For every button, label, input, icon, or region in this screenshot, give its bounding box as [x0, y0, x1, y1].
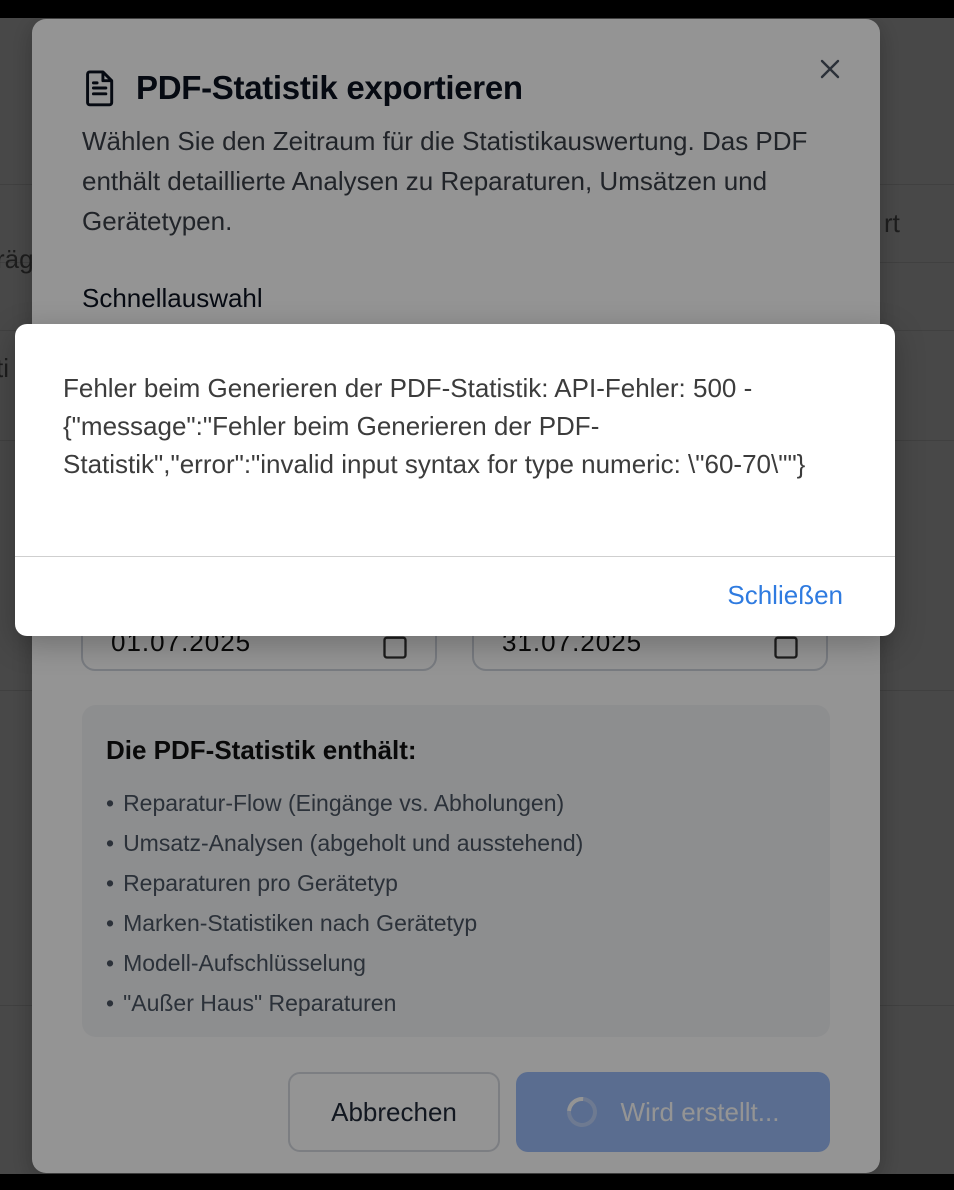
- error-alert: Fehler beim Generieren der PDF-Statistik…: [15, 324, 895, 636]
- alert-message: Fehler beim Generieren der PDF-Statistik…: [63, 373, 806, 479]
- alert-divider: [15, 556, 895, 557]
- alert-close-button[interactable]: Schließen: [727, 580, 843, 611]
